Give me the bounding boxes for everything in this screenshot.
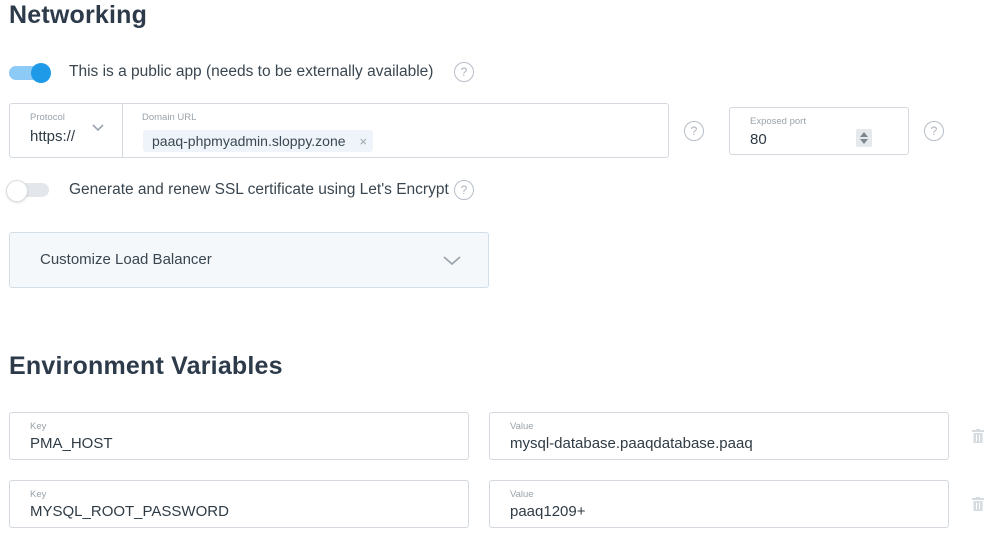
protocol-value: https://	[30, 128, 76, 145]
domain-help-icon[interactable]: ?	[684, 121, 704, 141]
env-heading: Environment Variables	[9, 352, 283, 380]
toggle-knob	[31, 63, 51, 83]
toggle-knob	[6, 180, 28, 202]
ssl-label: Generate and renew SSL certificate using…	[69, 181, 449, 198]
ssl-toggle[interactable]	[6, 180, 49, 202]
env-key-value: MYSQL_ROOT_PASSWORD	[30, 503, 229, 520]
env-key-input[interactable]: Key PMA_HOST	[9, 412, 469, 460]
env-key-label: Key	[30, 421, 47, 432]
env-value-label: Value	[510, 421, 534, 432]
public-app-label: This is a public app (needs to be extern…	[69, 63, 434, 80]
env-value-input[interactable]: Value paaq1209+	[489, 480, 949, 528]
port-stepper[interactable]	[856, 129, 872, 147]
env-value-input[interactable]: Value mysql-database.paaqdatabase.paaq	[489, 412, 949, 460]
public-app-help-icon[interactable]: ?	[454, 62, 474, 82]
load-balancer-label: Customize Load Balancer	[40, 251, 212, 268]
stepper-down-icon[interactable]	[860, 139, 868, 144]
stepper-up-icon[interactable]	[860, 132, 868, 137]
env-value-label: Value	[510, 489, 534, 500]
port-help-icon[interactable]: ?	[924, 121, 944, 141]
domain-chip-text: paaq-phpmyadmin.sloppy.zone	[152, 133, 346, 149]
env-value-value: mysql-database.paaqdatabase.paaq	[510, 435, 753, 452]
trash-icon[interactable]	[972, 429, 984, 443]
env-value-value: paaq1209+	[510, 503, 586, 520]
env-key-value: PMA_HOST	[30, 435, 113, 452]
exposed-port-field[interactable]: Exposed port 80	[729, 107, 909, 155]
chip-remove-icon[interactable]: ×	[360, 134, 368, 149]
chevron-down-icon	[92, 124, 104, 132]
protocol-select[interactable]: Protocol https://	[10, 104, 123, 157]
load-balancer-toggle[interactable]: Customize Load Balancer	[9, 232, 489, 288]
public-app-toggle[interactable]	[9, 63, 51, 83]
domain-chip: paaq-phpmyadmin.sloppy.zone ×	[143, 130, 374, 152]
domain-label: Domain URL	[142, 112, 197, 123]
protocol-domain-field: Protocol https:// Domain URL paaq-phpmya…	[9, 103, 669, 158]
networking-heading: Networking	[9, 1, 148, 29]
protocol-label: Protocol	[30, 112, 65, 123]
trash-icon[interactable]	[972, 497, 984, 511]
env-key-label: Key	[30, 489, 47, 500]
env-key-input[interactable]: Key MYSQL_ROOT_PASSWORD	[9, 480, 469, 528]
ssl-help-icon[interactable]: ?	[454, 180, 474, 200]
exposed-port-label: Exposed port	[750, 116, 806, 127]
exposed-port-value: 80	[750, 131, 767, 148]
chevron-down-icon	[443, 256, 461, 266]
